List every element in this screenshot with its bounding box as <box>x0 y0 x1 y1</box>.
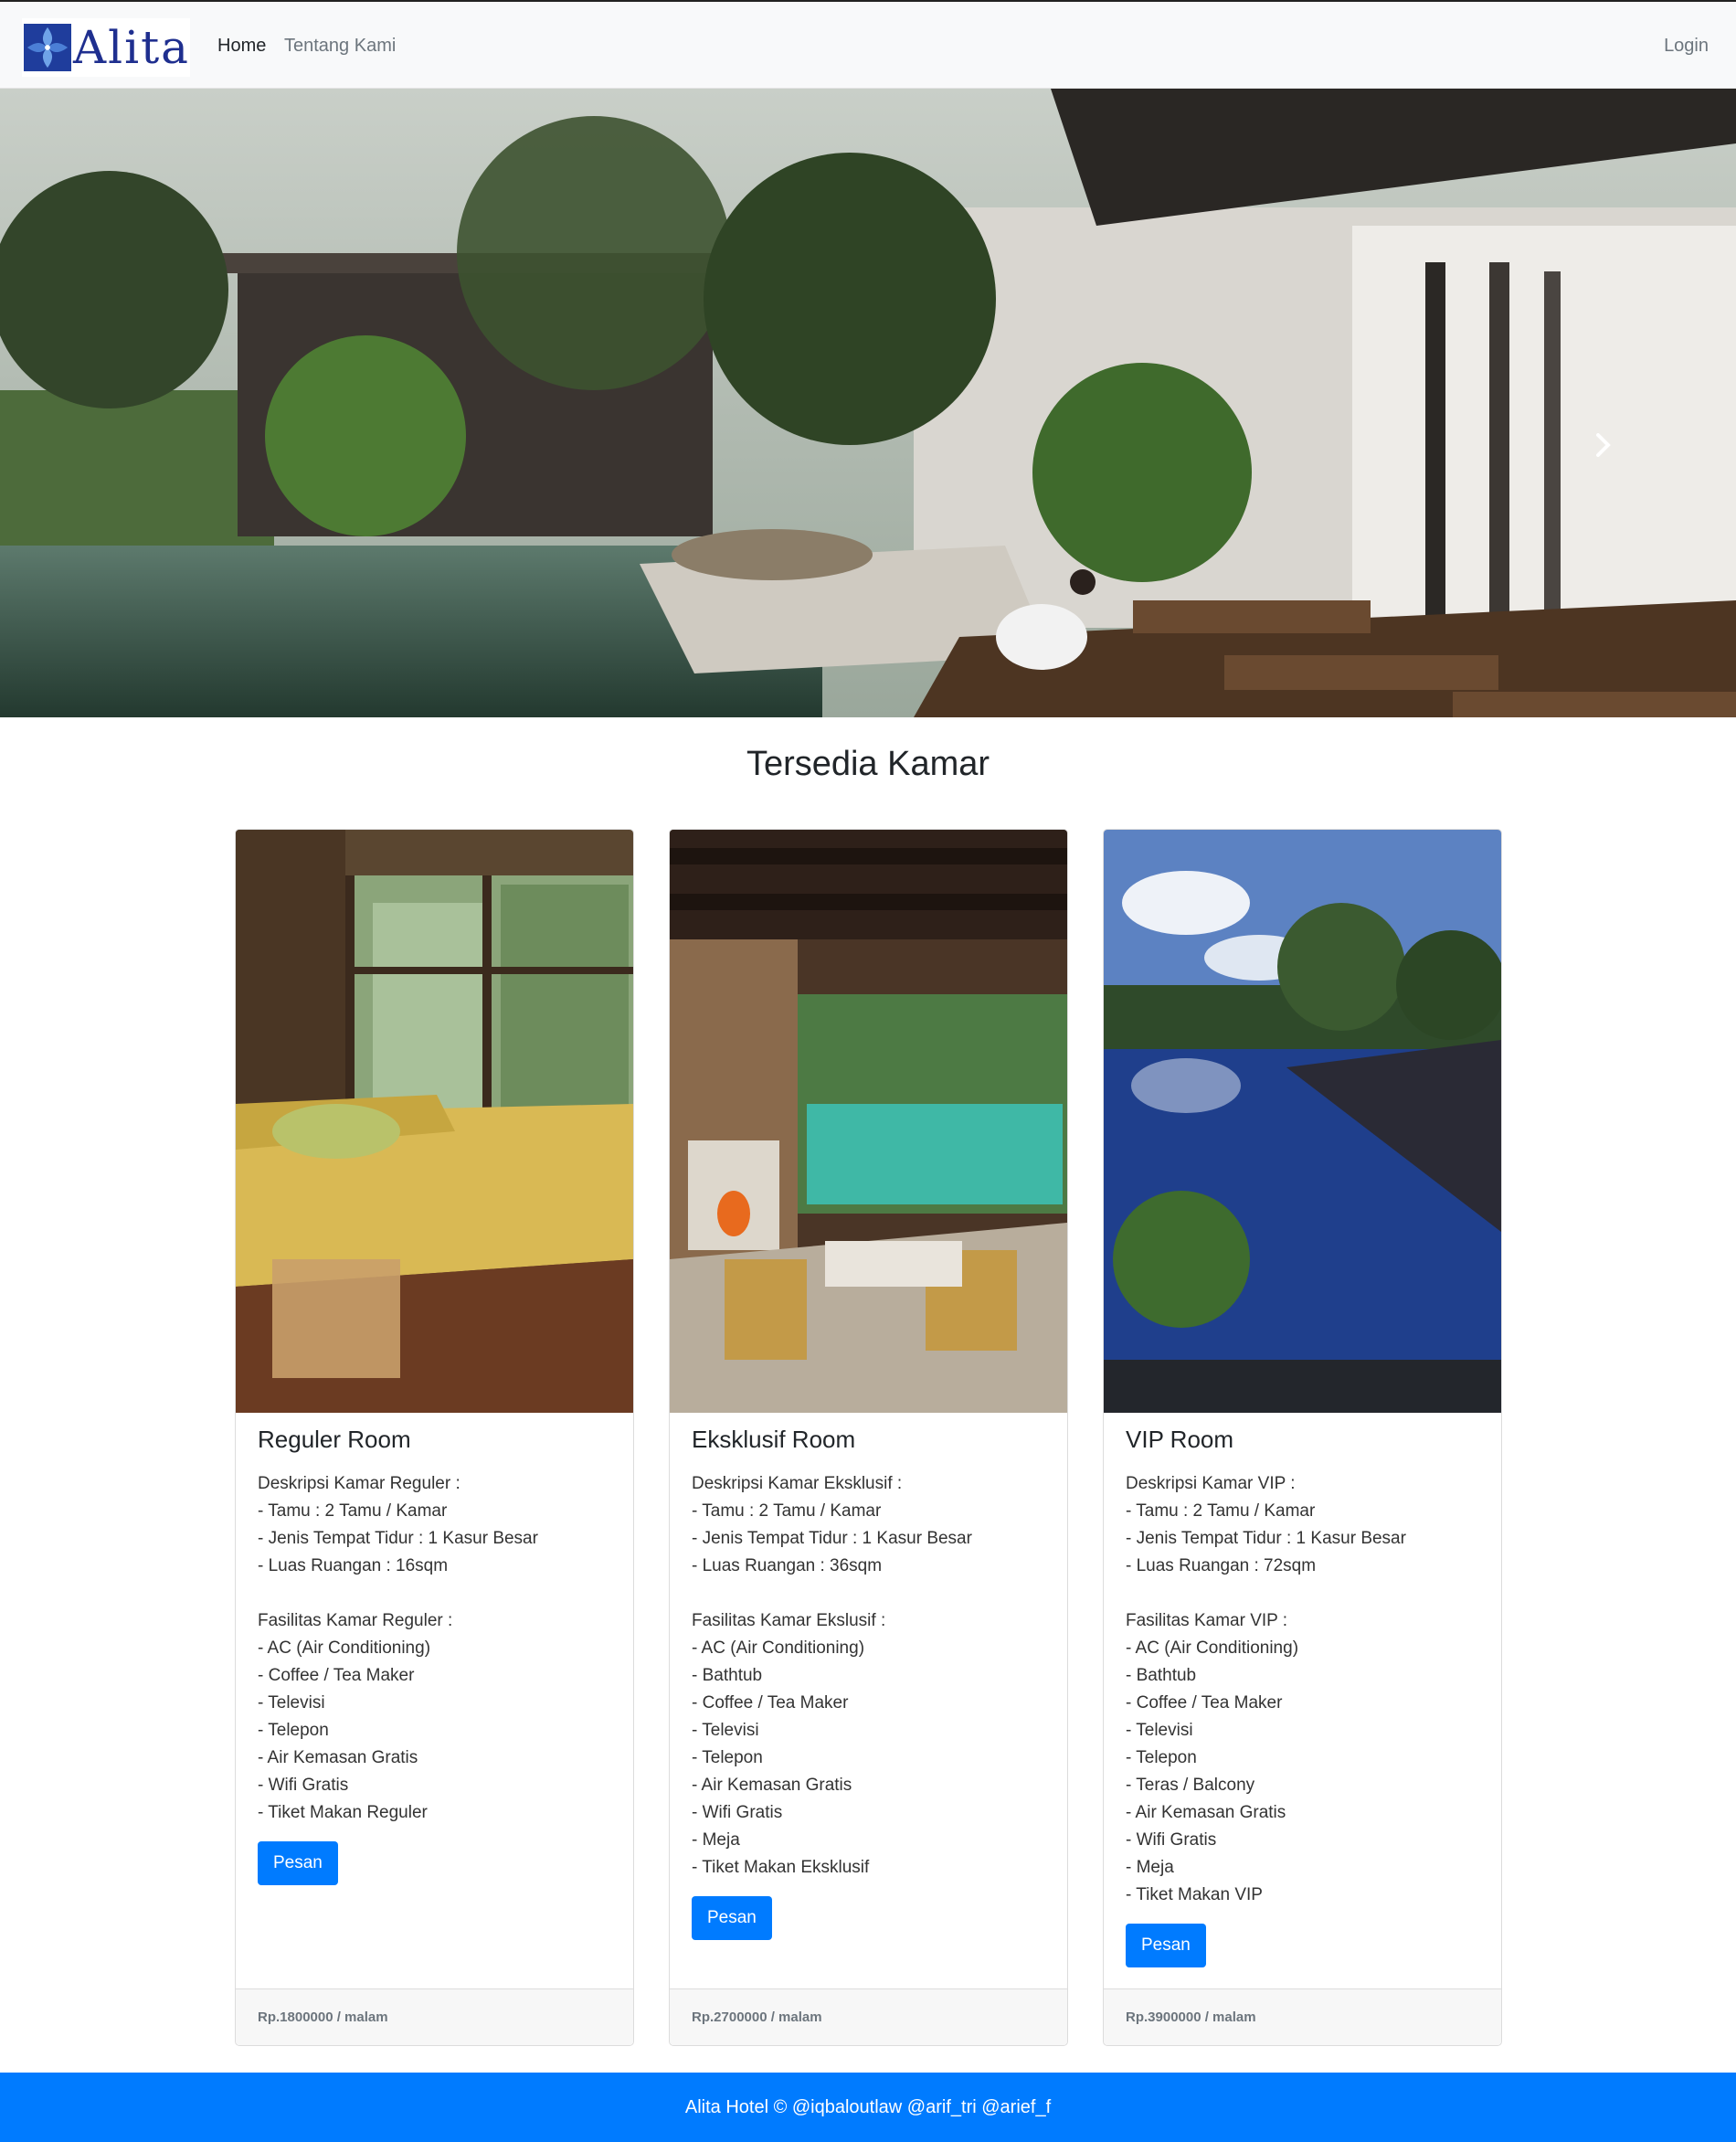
pesan-button[interactable]: Pesan <box>692 1896 772 1940</box>
facility-item: - Coffee / Tea Maker <box>692 1693 849 1713</box>
carousel-next-button[interactable] <box>1590 427 1617 463</box>
facility-item: - Coffee / Tea Maker <box>1126 1693 1283 1713</box>
description-line: - Tamu : 2 Tamu / Kamar <box>692 1501 882 1521</box>
facility-item: - Televisi <box>258 1693 325 1713</box>
card-body: Eksklusif Room Deskripsi Kamar Eksklusif… <box>692 1426 1049 1940</box>
facility-item: - AC (Air Conditioning) <box>692 1638 865 1658</box>
facility-item: - Tiket Makan Reguler <box>258 1803 428 1822</box>
description-line: - Luas Ruangan : 36sqm <box>692 1556 883 1575</box>
facility-item: - AC (Air Conditioning) <box>258 1638 431 1658</box>
room-price: Rp.1800000 / malam <box>236 1988 633 2045</box>
room-card-vip: VIP Room Deskripsi Kamar VIP : - Tamu : … <box>1103 829 1502 2046</box>
facilities-heading: Fasilitas Kamar VIP : <box>1126 1611 1288 1630</box>
hero-resort-pool-image <box>0 89 1736 717</box>
facilities-heading: Fasilitas Kamar Reguler : <box>258 1611 453 1630</box>
room-details: Deskripsi Kamar Eksklusif : - Tamu : 2 T… <box>692 1470 1049 1882</box>
brand-name: Alita <box>73 21 190 74</box>
description-heading: Deskripsi Kamar VIP : <box>1126 1474 1296 1493</box>
reguler-room-image <box>236 830 633 1413</box>
room-price: Rp.3900000 / malam <box>1104 1988 1501 2045</box>
facility-item: - Televisi <box>1126 1721 1193 1740</box>
room-price: Rp.2700000 / malam <box>670 1988 1067 2045</box>
description-line: - Jenis Tempat Tidur : 1 Kasur Besar <box>1126 1529 1406 1548</box>
navbar: Alita Home Tentang Kami Login <box>0 0 1736 89</box>
facility-item: - AC (Air Conditioning) <box>1126 1638 1299 1658</box>
site-footer: Alita Hotel © @iqbaloutlaw @arif_tri @ar… <box>0 2073 1736 2142</box>
description-heading: Deskripsi Kamar Eksklusif : <box>692 1474 903 1493</box>
room-title: VIP Room <box>1126 1426 1234 1453</box>
facility-item: - Wifi Gratis <box>258 1776 349 1795</box>
description-line: - Jenis Tempat Tidur : 1 Kasur Besar <box>258 1529 538 1548</box>
nav-login-link[interactable]: Login <box>1664 36 1709 57</box>
facility-item: - Teras / Balcony <box>1126 1776 1255 1795</box>
facilities-heading: Fasilitas Kamar Ekslusif : <box>692 1611 886 1630</box>
logo-emblem-icon <box>24 24 71 71</box>
description-heading: Deskripsi Kamar Reguler : <box>258 1474 460 1493</box>
room-card-eksklusif: Eksklusif Room Deskripsi Kamar Eksklusif… <box>669 829 1068 2046</box>
facility-item: - Bathtub <box>1126 1666 1197 1685</box>
room-title: Eksklusif Room <box>692 1426 856 1453</box>
description-line: - Luas Ruangan : 72sqm <box>1126 1556 1317 1575</box>
facility-item: - Air Kemasan Gratis <box>258 1748 418 1767</box>
card-body: Reguler Room Deskripsi Kamar Reguler : -… <box>258 1426 615 1885</box>
facility-item: - Tiket Makan VIP <box>1126 1885 1263 1904</box>
facility-item: - Tiket Makan Eksklusif <box>692 1858 870 1877</box>
facility-item: - Telepon <box>258 1721 329 1740</box>
chevron-right-icon <box>1596 433 1611 457</box>
description-line: - Tamu : 2 Tamu / Kamar <box>1126 1501 1316 1521</box>
hero-carousel <box>0 89 1736 717</box>
facility-item: - Telepon <box>692 1748 763 1767</box>
card-body: VIP Room Deskripsi Kamar VIP : - Tamu : … <box>1126 1426 1483 1967</box>
description-line: - Tamu : 2 Tamu / Kamar <box>258 1501 448 1521</box>
facility-item: - Wifi Gratis <box>1126 1830 1217 1850</box>
facility-item: - Meja <box>692 1830 740 1850</box>
facility-item: - Televisi <box>692 1721 759 1740</box>
pesan-button[interactable]: Pesan <box>1126 1924 1206 1967</box>
nav-about-link[interactable]: Tentang Kami <box>284 36 396 57</box>
description-line: - Jenis Tempat Tidur : 1 Kasur Besar <box>692 1529 972 1548</box>
facility-item: - Meja <box>1126 1858 1174 1877</box>
facility-item: - Bathtub <box>692 1666 763 1685</box>
eksklusif-room-image <box>670 830 1067 1413</box>
facility-item: - Air Kemasan Gratis <box>1126 1803 1286 1822</box>
facility-item: - Telepon <box>1126 1748 1197 1767</box>
section-title: Tersedia Kamar <box>746 745 990 783</box>
nav-home-link[interactable]: Home <box>217 36 266 57</box>
brand-logo[interactable]: Alita <box>22 18 190 77</box>
vip-room-image <box>1104 830 1501 1413</box>
room-card-reguler: Reguler Room Deskripsi Kamar Reguler : -… <box>235 829 634 2046</box>
room-details: Deskripsi Kamar Reguler : - Tamu : 2 Tam… <box>258 1470 615 1827</box>
facility-item: - Wifi Gratis <box>692 1803 783 1822</box>
room-title: Reguler Room <box>258 1426 411 1453</box>
room-details: Deskripsi Kamar VIP : - Tamu : 2 Tamu / … <box>1126 1470 1483 1909</box>
facility-item: - Air Kemasan Gratis <box>692 1776 852 1795</box>
description-line: - Luas Ruangan : 16sqm <box>258 1556 449 1575</box>
facility-item: - Coffee / Tea Maker <box>258 1666 415 1685</box>
pesan-button[interactable]: Pesan <box>258 1841 338 1885</box>
